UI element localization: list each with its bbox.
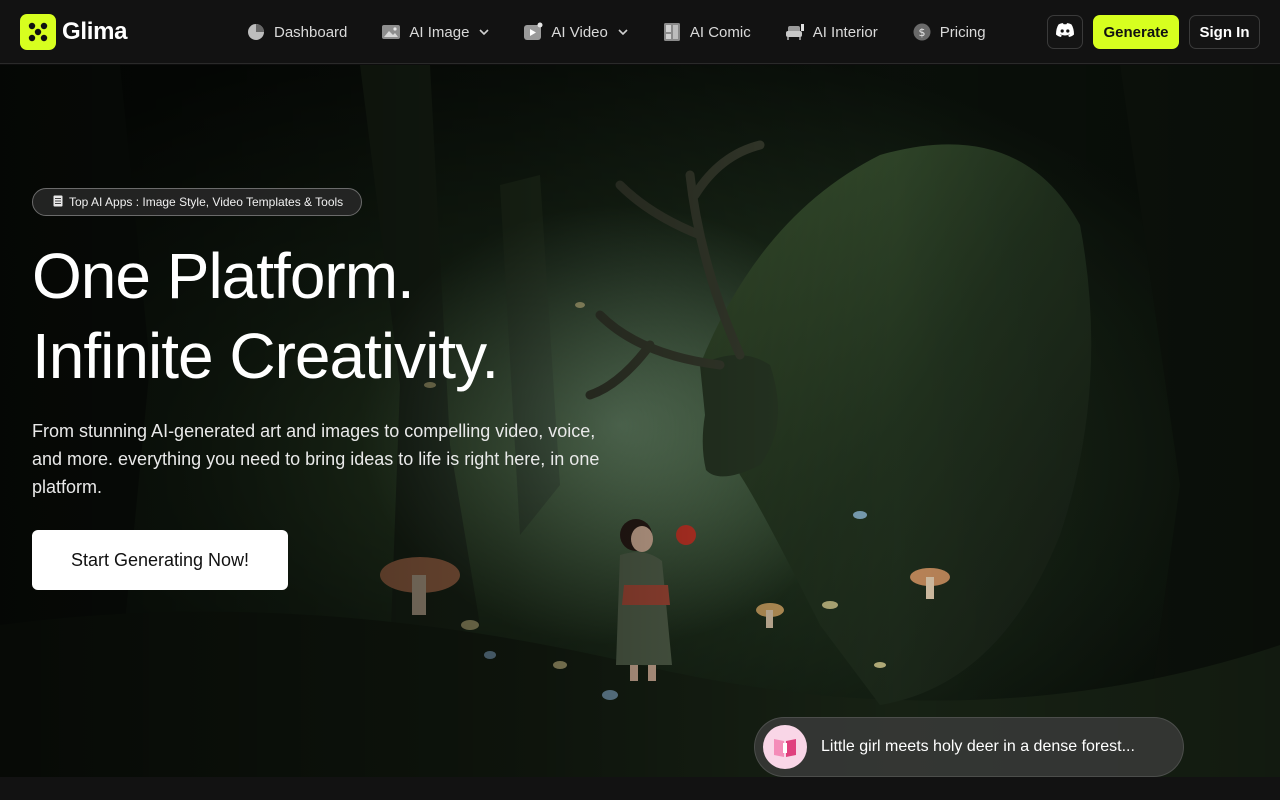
sign-in-button[interactable]: Sign In [1189,15,1260,49]
nav-label: AI Image [409,23,470,41]
brand-logo[interactable]: Glima [20,14,128,50]
document-icon [53,195,63,210]
nav-label: AI Comic [689,23,751,41]
comic-book-icon [662,22,682,42]
nav-item-ai-video[interactable]: AI Video [523,0,628,64]
chevron-down-icon [618,27,628,37]
hero-subtitle: From stunning AI-generated art and image… [32,421,600,497]
brand-name: Glima [62,18,128,45]
nav-label: AI Video [551,23,608,41]
nav-item-pricing[interactable]: $ Pricing [912,0,986,64]
generate-button[interactable]: Generate [1093,15,1179,49]
nav-label: Pricing [939,23,986,41]
badge-label: Top AI Apps : Image Style, Video Templat… [69,195,344,209]
caption-thumbnail-icon [763,725,807,769]
nav-item-ai-comic[interactable]: AI Comic [662,0,751,64]
hero-title-line-1: One Platform. [32,240,415,312]
chevron-down-icon [479,27,489,37]
dollar-coin-icon: $ [912,22,932,42]
image-caption-chip[interactable]: Little girl meets holy deer in a dense f… [754,717,1184,777]
hero-title-line-2: Infinite Creativity. [32,320,499,392]
nav-item-ai-interior[interactable]: AI Interior [785,0,878,64]
logo-mark-icon [20,14,56,50]
nav-label: AI Interior [812,23,878,41]
top-apps-badge[interactable]: Top AI Apps : Image Style, Video Templat… [32,188,363,216]
nav-item-dashboard[interactable]: Dashboard [246,0,347,64]
discord-icon [1055,22,1075,43]
nav-label: Dashboard [274,23,348,41]
pie-chart-icon [246,22,266,42]
image-icon [381,22,401,42]
hero-section: Top AI Apps : Image Style, Video Templat… [0,65,1280,777]
video-icon [523,22,543,42]
sofa-icon [785,22,805,42]
top-navbar: Glima Dashboard AI Image AI Video AI Com… [0,0,1280,64]
svg-text:$: $ [918,26,925,39]
page-bottom-strip [0,777,1280,800]
discord-button[interactable] [1047,15,1083,49]
nav-item-ai-image[interactable]: AI Image [381,0,489,64]
start-generating-button[interactable]: Start Generating Now! [32,530,288,590]
caption-text: Little girl meets holy deer in a dense f… [821,738,1135,755]
main-menu: Dashboard AI Image AI Video AI Comic AI … [246,0,1020,64]
